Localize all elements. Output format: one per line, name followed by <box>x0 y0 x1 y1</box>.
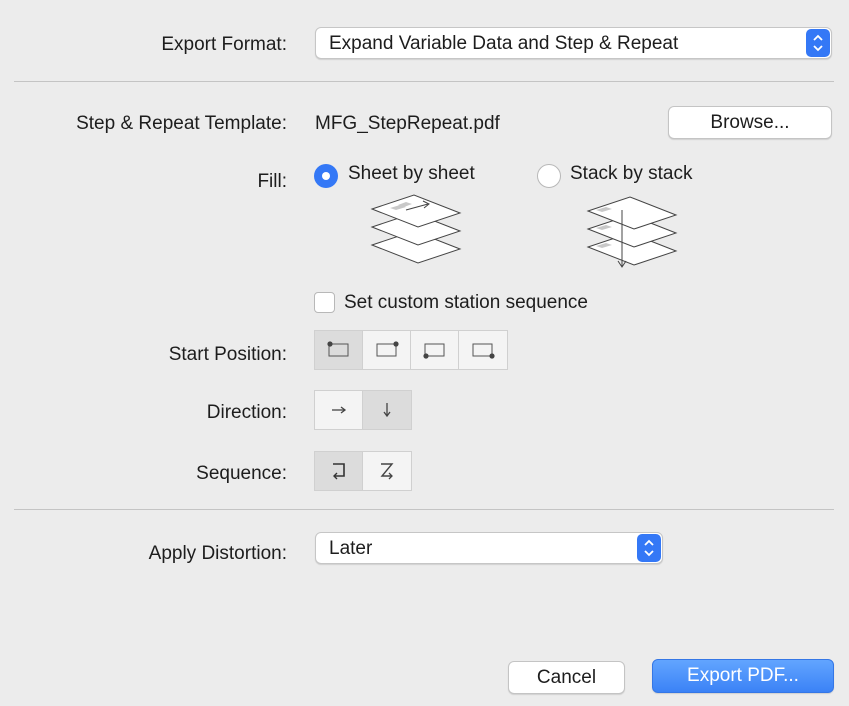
apply-distortion-value: Later <box>329 538 373 559</box>
arrow-down-icon <box>383 403 391 418</box>
up-down-chevron-icon <box>806 29 830 57</box>
return-arrow-icon <box>332 463 345 480</box>
sequence-zigzag-button[interactable] <box>363 452 411 490</box>
stack-by-stack-illustration-icon <box>586 196 678 268</box>
template-label: Step & Repeat Template: <box>76 113 287 134</box>
start-top-left-button[interactable] <box>315 331 363 369</box>
separator-bottom <box>14 509 834 510</box>
arrow-right-icon <box>331 406 346 414</box>
fill-label: Fill: <box>257 171 287 192</box>
start-bottom-left-button[interactable] <box>411 331 459 369</box>
apply-distortion-label: Apply Distortion: <box>148 543 287 564</box>
fill-sheet-by-sheet-radio[interactable] <box>314 164 338 188</box>
export-pdf-button[interactable]: Export PDF... <box>652 659 834 693</box>
start-bottom-right-icon <box>472 343 495 359</box>
custom-station-sequence-checkbox[interactable] <box>314 292 335 313</box>
start-top-right-button[interactable] <box>363 331 411 369</box>
start-bottom-right-button[interactable] <box>459 331 507 369</box>
apply-distortion-select[interactable]: Later <box>315 532 663 564</box>
zigzag-arrow-icon <box>380 463 394 480</box>
direction-vertical-button[interactable] <box>363 391 411 429</box>
separator-top <box>14 81 834 82</box>
fill-sheet-by-sheet-label[interactable]: Sheet by sheet <box>348 163 475 185</box>
start-position-label: Start Position: <box>168 344 287 365</box>
start-top-left-icon <box>326 341 348 357</box>
start-bottom-left-icon <box>422 343 444 359</box>
export-format-label: Export Format: <box>161 34 287 55</box>
cancel-button[interactable]: Cancel <box>508 661 625 694</box>
custom-station-sequence-label[interactable]: Set custom station sequence <box>344 292 588 314</box>
fill-stack-by-stack-label[interactable]: Stack by stack <box>570 163 693 185</box>
direction-label: Direction: <box>206 402 287 423</box>
sheet-by-sheet-illustration-icon <box>370 194 462 264</box>
export-format-value: Expand Variable Data and Step & Repeat <box>329 33 679 54</box>
fill-stack-by-stack-radio[interactable] <box>537 164 561 188</box>
browse-button[interactable]: Browse... <box>668 106 832 139</box>
export-format-select[interactable]: Expand Variable Data and Step & Repeat <box>315 27 832 59</box>
template-filename: MFG_StepRepeat.pdf <box>315 113 500 134</box>
sequence-label: Sequence: <box>196 463 287 484</box>
direction-segmented-control[interactable] <box>314 390 412 430</box>
sequence-segmented-control[interactable] <box>314 451 412 491</box>
up-down-chevron-icon <box>637 534 661 562</box>
direction-horizontal-button[interactable] <box>315 391 363 429</box>
start-position-segmented-control[interactable] <box>314 330 508 370</box>
start-top-right-icon <box>376 341 399 357</box>
sequence-return-button[interactable] <box>315 452 363 490</box>
